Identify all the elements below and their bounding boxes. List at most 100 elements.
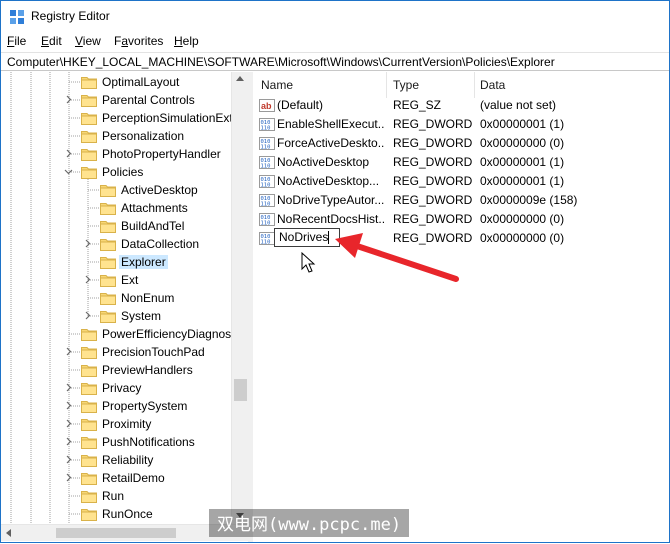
tree-item-label: Personalization	[102, 129, 185, 143]
svg-text:ab: ab	[261, 101, 272, 111]
chevron-right-icon[interactable]	[64, 473, 73, 482]
chevron-right-icon[interactable]	[64, 347, 73, 356]
value-name: EnableShellExecut...	[277, 117, 385, 131]
value-name: NoRecentDocsHist...	[277, 212, 385, 226]
chevron-right-icon[interactable]	[83, 275, 92, 284]
folder-icon	[81, 328, 97, 341]
tree-item-personalization[interactable]: Personalization	[81, 127, 186, 145]
folder-icon	[81, 400, 97, 413]
tree-item-pushnotifications[interactable]: PushNotifications	[81, 433, 197, 451]
binary-value-icon: 010 110	[259, 212, 275, 227]
tree-item-attachments[interactable]: Attachments	[100, 199, 190, 217]
tree-item-label: NonEnum	[121, 291, 175, 305]
tree-item-buildandtel[interactable]: BuildAndTel	[100, 217, 186, 235]
value-name: NoActiveDesktop	[277, 155, 370, 169]
tree-item-label: PreviewHandlers	[102, 363, 193, 377]
binary-value-icon: 010 110	[259, 117, 275, 132]
tree-item-activedesktop[interactable]: ActiveDesktop	[100, 181, 200, 199]
folder-icon	[81, 364, 97, 377]
value-row[interactable]: ab (Default) REG_SZ (value not set)	[253, 96, 669, 115]
value-row[interactable]: 010 110 NoActiveDesktop... REG_DWORD 0x00000…	[253, 172, 669, 191]
scroll-thumb[interactable]	[234, 379, 247, 401]
tree-item-privacy[interactable]: Privacy	[81, 379, 143, 397]
chevron-right-icon[interactable]	[64, 383, 73, 392]
chevron-right-icon[interactable]	[64, 437, 73, 446]
chevron-right-icon[interactable]	[64, 419, 73, 428]
window-title: Registry Editor	[31, 9, 110, 23]
tree-item-optimallayout[interactable]: OptimalLayout	[81, 73, 181, 91]
values-list: Name Type Data ab (Default) REG_SZ (value n…	[253, 72, 669, 542]
tree-item-label: ActiveDesktop	[121, 183, 198, 197]
tree-item-label: Ext	[121, 273, 139, 287]
binary-value-icon: 010 110	[259, 193, 275, 208]
tree-item-run[interactable]: Run	[81, 487, 126, 505]
tree-item-label: RunOnce	[102, 507, 153, 521]
tree-item-parental-controls[interactable]: Parental Controls	[81, 91, 197, 109]
menu-help[interactable]: Help	[174, 34, 199, 48]
tree-item-perceptionsimulationext[interactable]: PerceptionSimulationExt	[81, 109, 235, 127]
chevron-right-icon[interactable]	[83, 311, 92, 320]
column-separator[interactable]	[386, 72, 387, 98]
value-row[interactable]: 010 110 NoRecentDocsHist... REG_DWORD 0x0000…	[253, 210, 669, 229]
tree-item-system[interactable]: System	[100, 307, 163, 325]
tree-item-powerefficiencydiagnost[interactable]: PowerEfficiencyDiagnost	[81, 325, 237, 343]
tree-vertical-scrollbar[interactable]	[231, 72, 248, 524]
chevron-down-icon[interactable]	[64, 167, 73, 176]
tree-item-reliability[interactable]: Reliability	[81, 451, 155, 469]
tree-item-datacollection[interactable]: DataCollection	[100, 235, 201, 253]
column-header-data[interactable]: Data	[480, 72, 505, 98]
value-data: 0x00000000 (0)	[480, 136, 565, 150]
column-header-type[interactable]: Type	[393, 72, 419, 98]
tree-item-label: BuildAndTel	[121, 219, 185, 233]
column-header-name[interactable]: Name	[261, 72, 293, 98]
folder-icon	[81, 490, 97, 503]
tree-item-retaildemo[interactable]: RetailDemo	[81, 469, 167, 487]
tree-item-label: System	[121, 309, 162, 323]
value-row[interactable]: 010 110 NoActiveDesktop REG_DWORD 0x00000001…	[253, 153, 669, 172]
scroll-up-arrow-icon[interactable]	[236, 76, 244, 81]
rename-input[interactable]: NoDrives	[274, 228, 340, 247]
value-type: REG_DWORD	[393, 231, 473, 245]
value-name: ForceActiveDeskto...	[277, 136, 385, 150]
chevron-right-icon[interactable]	[83, 239, 92, 248]
tree-item-ext[interactable]: Ext	[100, 271, 140, 289]
horizontal-scroll-thumb[interactable]	[56, 528, 176, 538]
scroll-left-arrow-icon[interactable]	[6, 529, 11, 537]
address-path[interactable]: Computer\HKEY_LOCAL_MACHINE\SOFTWARE\Mic…	[7, 55, 555, 69]
tree-item-previewhandlers[interactable]: PreviewHandlers	[81, 361, 195, 379]
tree-item-photopropertyhandler[interactable]: PhotoPropertyHandler	[81, 145, 223, 163]
address-bar[interactable]: Computer\HKEY_LOCAL_MACHINE\SOFTWARE\Mic…	[1, 52, 669, 71]
menu-favorites[interactable]: Favorites	[114, 34, 163, 48]
svg-text:110: 110	[261, 145, 271, 151]
chevron-right-icon[interactable]	[64, 455, 73, 464]
chevron-right-icon[interactable]	[64, 401, 73, 410]
value-row[interactable]: 010 110 NoDrives REG_DWORD 0x00000000 (0)	[253, 228, 669, 248]
value-name: NoDriveTypeAutor...	[277, 193, 385, 207]
folder-icon	[81, 166, 97, 179]
menu-edit[interactable]: Edit	[41, 34, 62, 48]
svg-text:110: 110	[261, 183, 271, 189]
watermark: 双电网(www.pcpc.me)	[209, 509, 410, 537]
chevron-right-icon[interactable]	[64, 149, 73, 158]
tree-item-policies[interactable]: Policies	[81, 163, 145, 181]
menu-view[interactable]: View	[75, 34, 101, 48]
text-caret	[328, 231, 330, 245]
menu-bar: File Edit View Favorites Help	[1, 31, 669, 51]
column-separator[interactable]	[474, 72, 475, 98]
value-row[interactable]: 010 110 NoDriveTypeAutor... REG_DWORD 0x0000…	[253, 191, 669, 210]
value-row[interactable]: 010 110 ForceActiveDeskto... REG_DWORD 0x000…	[253, 134, 669, 153]
tree-item-proximity[interactable]: Proximity	[81, 415, 153, 433]
chevron-right-icon[interactable]	[64, 95, 73, 104]
tree-item-runonce[interactable]: RunOnce	[81, 505, 155, 523]
tree-item-explorer[interactable]: Explorer	[100, 253, 168, 271]
folder-icon	[81, 112, 97, 125]
folder-icon	[81, 76, 97, 89]
value-row[interactable]: 010 110 EnableShellExecut... REG_DWORD 0x000…	[253, 115, 669, 134]
tree-item-precisiontouchpad[interactable]: PrecisionTouchPad	[81, 343, 207, 361]
tree-item-propertysystem[interactable]: PropertySystem	[81, 397, 189, 415]
tree-item-label: Run	[102, 489, 125, 503]
folder-icon	[100, 184, 116, 197]
value-type: REG_SZ	[393, 98, 442, 112]
tree-item-nonenum[interactable]: NonEnum	[100, 289, 176, 307]
menu-file[interactable]: File	[7, 34, 26, 48]
